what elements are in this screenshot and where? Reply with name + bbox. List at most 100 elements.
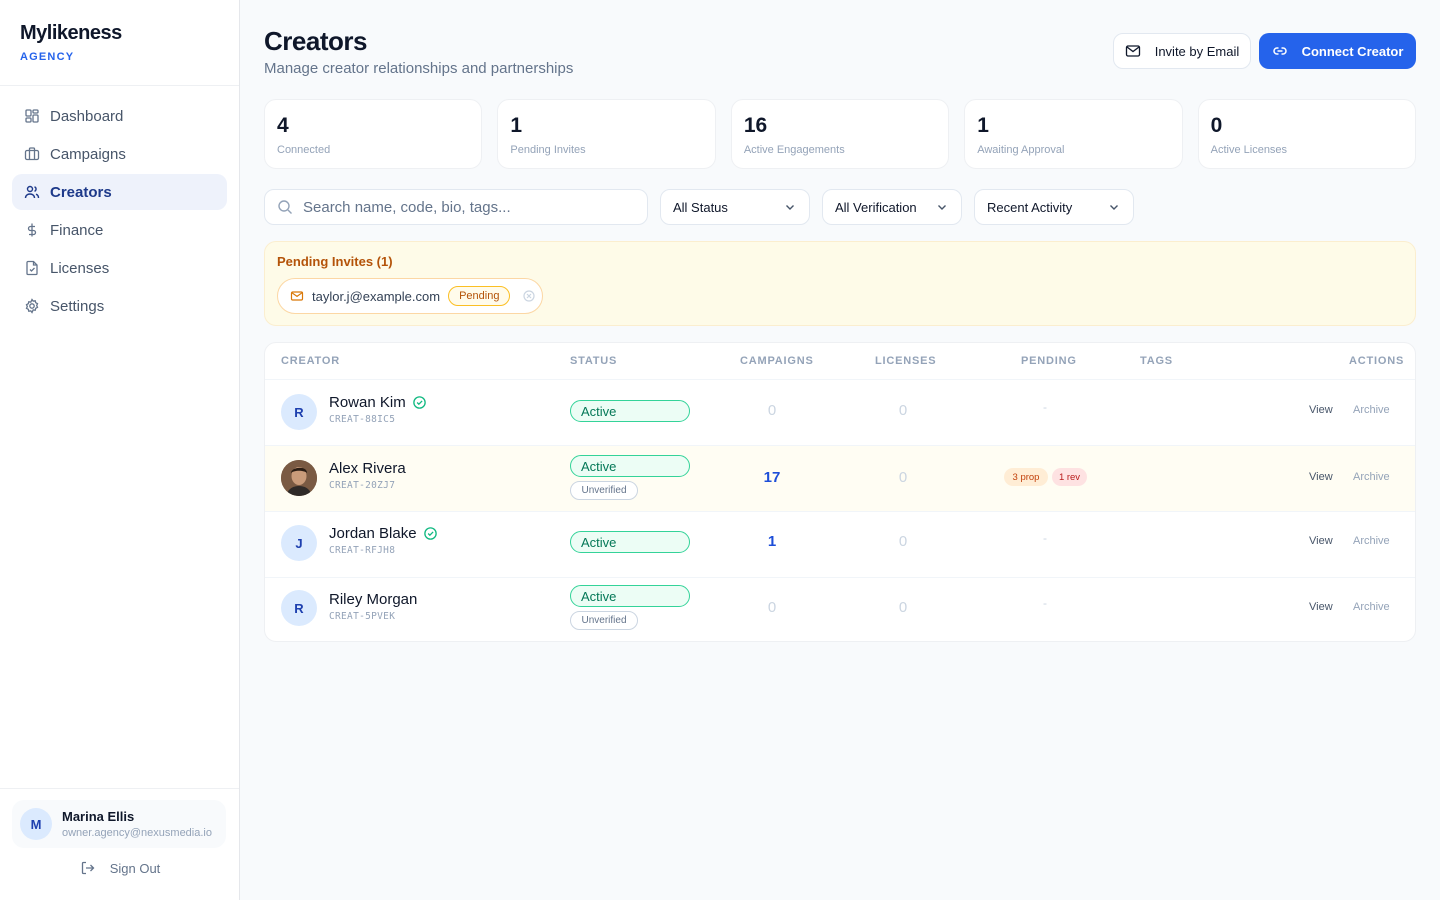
creator-name[interactable]: Alex Rivera [329,460,406,477]
stat-card-awaiting-approval: 1 Awaiting Approval [964,99,1183,169]
stat-card-connected: 4 Connected [264,99,483,169]
page-subtitle: Manage creator relationships and partner… [264,60,574,77]
licenses-count: 0 [898,469,908,486]
status-filter-value: All Status [673,199,728,215]
search-icon [277,199,303,215]
table-row[interactable]: R Riley Morgan CREAT-5PVEK Active Unveri… [265,577,1415,641]
sort-select[interactable]: Recent Activity [974,189,1134,225]
brand-name[interactable]: Mylikeness [20,22,219,45]
license-icon [24,260,40,276]
archive-button[interactable]: Archive [1353,471,1390,483]
avatar: R [281,394,317,430]
archive-button[interactable]: Archive [1353,601,1390,613]
sidebar-item-dashboard[interactable]: Dashboard [12,98,227,134]
cancel-invite-icon[interactable] [522,289,536,303]
user-name: Marina Ellis [62,809,135,824]
column-header-campaigns[interactable]: CAMPAIGNS [740,355,814,367]
sidebar-item-settings[interactable]: Settings [12,288,227,324]
sidebar-item-creators[interactable]: Creators [12,174,227,210]
creator-name[interactable]: Rowan Kim [329,394,427,411]
stat-card-active-licenses: 0 Active Licenses [1197,99,1417,169]
status-badge: Active [570,531,690,553]
sign-out-button[interactable]: Sign Out [0,860,240,876]
verification-filter-value: All Verification [835,199,917,215]
search-input[interactable] [303,198,623,216]
view-button[interactable]: View [1309,601,1333,613]
stat-value: 4 [277,114,289,137]
campaigns-count[interactable]: 1 [742,533,802,550]
status-badge: Active [570,455,690,477]
avatar [281,460,317,496]
connect-creator-button[interactable]: Connect Creator [1259,33,1416,69]
avatar: J [281,525,317,561]
status-badge: Pending [448,286,511,306]
invite-by-email-button[interactable]: Invite by Email [1113,33,1251,69]
licenses-count: 0 [898,599,908,616]
view-button[interactable]: View [1309,471,1333,483]
pending-empty: - [1043,531,1047,545]
mail-icon [290,289,304,303]
archive-button[interactable]: Archive [1353,404,1390,416]
pending-empty: - [1043,400,1047,414]
creator-name[interactable]: Riley Morgan [329,591,417,608]
verified-check-icon [406,395,427,410]
brand: Mylikeness AGENCY [0,0,239,86]
page-title: Creators [264,26,367,56]
creator-name[interactable]: Jordan Blake [329,525,438,542]
sidebar-item-label: Settings [50,297,105,315]
link-icon [1272,43,1302,59]
creator-code: CREAT-RFJH8 [329,545,396,556]
status-badge: Active [570,585,690,607]
column-header-creator[interactable]: CREATOR [281,355,340,367]
creator-code: CREAT-5PVEK [329,611,396,622]
creator-name-text: Riley Morgan [329,591,418,608]
search-box[interactable] [264,189,648,225]
sidebar-nav: Dashboard Campaigns Creators Finance Lic… [0,86,239,338]
sign-out-icon [80,860,110,876]
invite-email: taylor.j@example.com [312,288,441,304]
table-row[interactable]: J Jordan Blake CREAT-RFJH8 Active 1 0 - … [265,511,1415,577]
sidebar-item-label: Licenses [50,259,110,277]
table-row[interactable]: Alex Rivera CREAT-20ZJ7 Active Unverifie… [265,445,1415,511]
sidebar: Mylikeness AGENCY Dashboard Campaigns Cr… [0,0,240,900]
status-badge: Active [570,400,690,422]
sidebar-divider [0,788,239,789]
column-header-pending[interactable]: PENDING [1021,355,1077,367]
sidebar-item-campaigns[interactable]: Campaigns [12,136,227,172]
pending-proposals-badge[interactable]: 3 prop [1004,468,1048,486]
pending-empty: - [1043,596,1047,610]
verification-badge: Unverified [570,611,638,630]
stat-label: Pending Invites [510,144,586,156]
view-button[interactable]: View [1309,535,1333,547]
creator-name-text: Rowan Kim [329,394,406,411]
avatar: R [281,590,317,626]
column-header-tags[interactable]: TAGS [1140,355,1173,367]
stat-value: 16 [743,114,768,137]
table-row[interactable]: R Rowan Kim CREAT-88IC5 Active 0 0 - Vie… [265,379,1415,445]
archive-button[interactable]: Archive [1353,535,1390,547]
sidebar-item-licenses[interactable]: Licenses [12,250,227,286]
invite-button-label: Invite by Email [1154,43,1240,59]
stat-label: Connected [277,144,331,156]
verification-filter-select[interactable]: All Verification [822,189,962,225]
verified-check-icon [417,526,438,541]
column-header-status[interactable]: STATUS [570,355,617,367]
stat-value: 1 [977,114,989,137]
column-header-licenses[interactable]: LICENSES [875,355,936,367]
user-card[interactable]: M Marina Ellis owner.agency@nexusmedia.i… [12,800,226,848]
pending-revisions-badge[interactable]: 1 rev [1052,468,1087,486]
sidebar-item-label: Creators [50,183,112,201]
stat-value: 0 [1210,114,1223,137]
stat-card-active-engagements: 16 Active Engagements [730,99,950,169]
avatar-photo-icon [281,460,317,496]
campaigns-count[interactable]: 17 [742,469,802,486]
pending-invite-chip[interactable]: taylor.j@example.com Pending [277,278,543,314]
pending-invites-panel: Pending Invites (1) taylor.j@example.com… [264,241,1416,326]
view-button[interactable]: View [1309,404,1333,416]
status-filter-select[interactable]: All Status [660,189,810,225]
creator-name-text: Jordan Blake [329,525,417,542]
campaigns-count: 0 [767,402,777,419]
chevron-down-icon [783,200,797,214]
sidebar-item-finance[interactable]: Finance [12,212,227,248]
licenses-count: 0 [898,533,908,550]
